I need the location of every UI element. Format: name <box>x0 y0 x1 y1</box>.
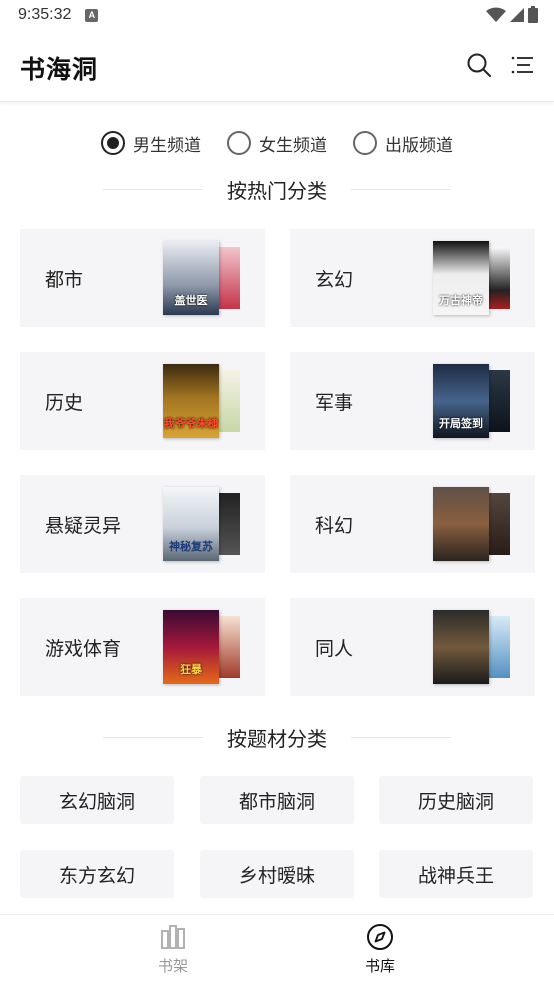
channel-label: 出版频道 <box>385 135 453 156</box>
book-cover: 开局签到 <box>433 364 489 438</box>
list-menu-icon <box>511 56 533 74</box>
hot-section-title: 按热门分类 <box>227 178 327 203</box>
book-cover-back <box>216 370 240 432</box>
book-cover <box>433 487 489 561</box>
category-label: 都市 <box>45 269 84 291</box>
channel-label: 女生频道 <box>259 135 327 156</box>
book-cover: 万古神帝 <box>433 241 489 315</box>
channel-selector: 男生频道 女生频道 出版频道 <box>0 126 554 160</box>
nav-label: 书库 <box>364 957 395 975</box>
book-cover-back <box>216 616 240 678</box>
category-card-urban[interactable]: 都市 盖世医 <box>20 229 265 327</box>
notification-icon: A <box>85 8 99 22</box>
cover-title: 神秘复苏 <box>169 540 213 553</box>
book-cover <box>433 610 489 684</box>
bottom-nav: 书架 书库 <box>0 914 554 984</box>
book-cover-back <box>486 616 510 678</box>
divider <box>351 736 451 738</box>
category-label: 科幻 <box>315 515 354 537</box>
category-card-history[interactable]: 历史 我爷爷朱棣 <box>20 352 265 450</box>
book-cover: 我爷爷朱棣 <box>163 364 219 438</box>
signal-icon <box>510 7 524 22</box>
cover-title: 我爷爷朱棣 <box>163 417 219 430</box>
book-cover: 狂暴 <box>163 610 219 684</box>
book-cover-back <box>216 493 240 555</box>
theme-button[interactable]: 玄幻脑洞 <box>20 776 174 824</box>
theme-button[interactable]: 战神兵王 <box>379 850 533 898</box>
menu-button[interactable] <box>510 52 536 78</box>
category-label: 游戏体育 <box>45 638 122 660</box>
category-label: 悬疑灵异 <box>45 515 122 537</box>
status-icons <box>486 6 538 23</box>
divider <box>351 188 451 190</box>
divider <box>103 736 203 738</box>
theme-section-title: 按题材分类 <box>227 726 327 751</box>
channel-male[interactable]: 男生频道 <box>101 126 201 160</box>
wifi-icon <box>486 7 506 22</box>
book-cover: 神秘复苏 <box>163 487 219 561</box>
theme-button[interactable]: 历史脑洞 <box>379 776 533 824</box>
category-label: 军事 <box>315 392 354 414</box>
nav-library[interactable]: 书库 <box>340 923 420 976</box>
book-cover-back <box>486 247 510 309</box>
nav-bookshelf[interactable]: 书架 <box>133 923 213 976</box>
category-label: 历史 <box>45 392 84 414</box>
cover-title: 盖世医 <box>174 294 208 307</box>
divider <box>103 188 203 190</box>
cover-title: 万古神帝 <box>439 294 483 307</box>
cover-title: 狂暴 <box>180 663 202 676</box>
radio-checked[interactable] <box>101 131 125 155</box>
category-card-game-sports[interactable]: 游戏体育 狂暴 <box>20 598 265 696</box>
category-card-scifi[interactable]: 科幻 <box>290 475 535 573</box>
book-cover: 盖世医 <box>163 241 219 315</box>
category-label: 玄幻 <box>315 269 354 291</box>
category-card-military[interactable]: 军事 开局签到 <box>290 352 535 450</box>
category-card-mystery[interactable]: 悬疑灵异 神秘复苏 <box>20 475 265 573</box>
app-header: 书海洞 <box>0 30 554 102</box>
compass-icon <box>367 924 393 950</box>
book-cover-back <box>486 493 510 555</box>
channel-female[interactable]: 女生频道 <box>227 126 327 160</box>
category-card-fantasy[interactable]: 玄幻 万古神帝 <box>290 229 535 327</box>
hot-section-heading: 按热门分类 <box>0 174 554 204</box>
category-label: 同人 <box>315 638 354 660</box>
app-title: 书海洞 <box>20 55 99 84</box>
cover-title: 开局签到 <box>439 417 483 430</box>
radio-unchecked[interactable] <box>227 131 251 155</box>
nav-label: 书架 <box>157 957 188 975</box>
theme-button[interactable]: 东方玄幻 <box>20 850 174 898</box>
book-cover-back <box>486 370 510 432</box>
status-time: 9:35:32 <box>18 6 72 23</box>
battery-icon <box>528 6 538 23</box>
radio-unchecked[interactable] <box>353 131 377 155</box>
search-icon <box>467 53 491 77</box>
category-card-fanfic[interactable]: 同人 <box>290 598 535 696</box>
search-button[interactable] <box>466 52 492 78</box>
theme-button[interactable]: 都市脑洞 <box>200 776 354 824</box>
book-cover-back <box>216 247 240 309</box>
status-bar: 9:35:32 A <box>0 0 554 30</box>
bookshelf-icon <box>161 925 185 949</box>
channel-label: 男生频道 <box>133 135 201 156</box>
theme-section-heading: 按题材分类 <box>0 722 554 752</box>
theme-button[interactable]: 乡村暧昧 <box>200 850 354 898</box>
channel-publish[interactable]: 出版频道 <box>353 126 453 160</box>
